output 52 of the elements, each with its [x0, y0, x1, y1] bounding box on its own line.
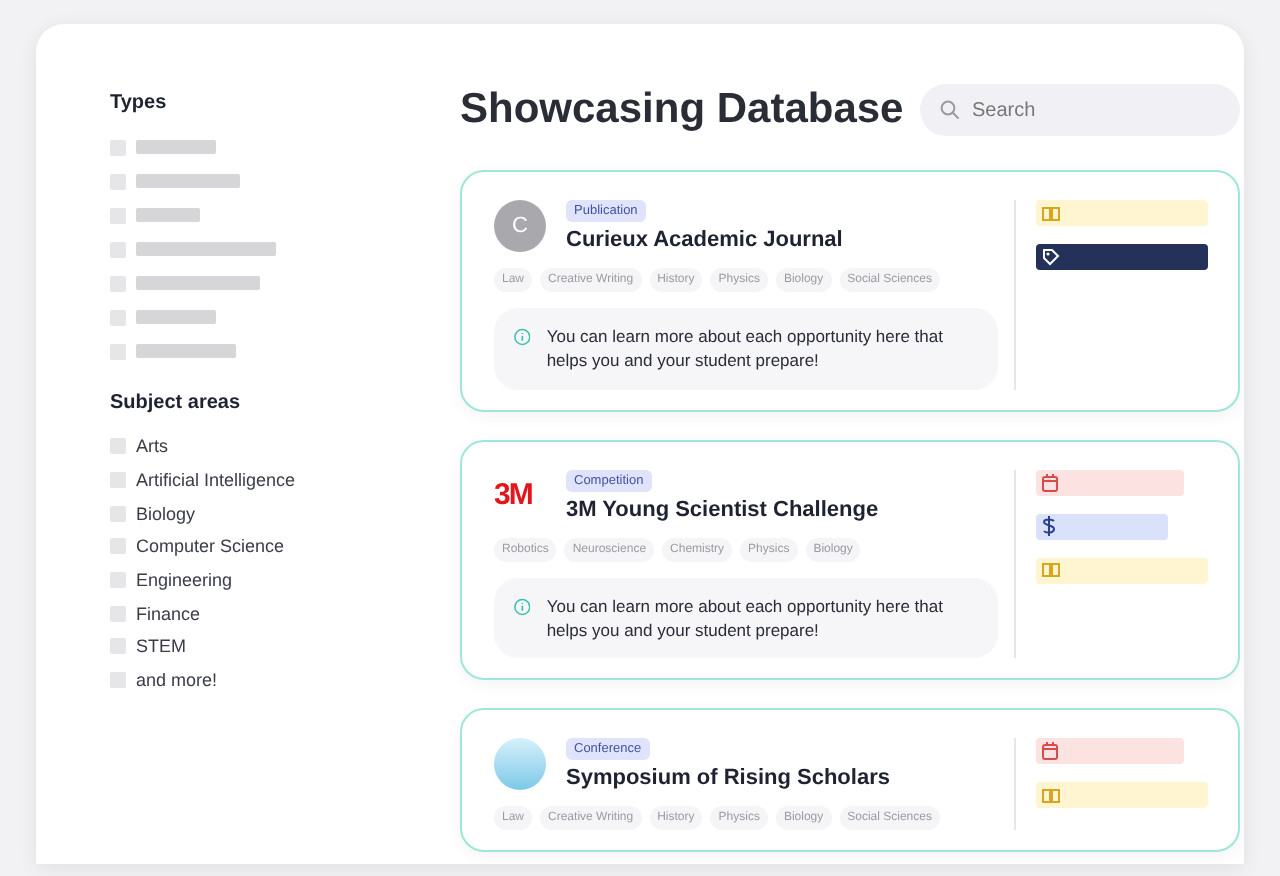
calendar-icon	[1042, 473, 1058, 492]
info-text: You can learn more about each opportunity here that helps you and your student prepare!	[546, 324, 945, 374]
text-placeholder	[136, 276, 260, 290]
text-placeholder	[136, 242, 276, 256]
card-title: 3M Young Scientist Challenge	[566, 497, 879, 522]
search-field[interactable]: Search	[920, 84, 1240, 136]
checkbox-label: Arts	[136, 436, 169, 457]
search-icon	[940, 100, 960, 120]
info-icon	[514, 593, 531, 620]
checkbox[interactable]	[110, 505, 126, 522]
info-text: You can learn more about each opportunity here that helps you and your student prepare!	[546, 593, 945, 643]
checkbox[interactable]	[110, 538, 126, 555]
checkbox[interactable]	[110, 572, 126, 589]
text-placeholder	[136, 208, 200, 222]
checkbox-label: Computer Science	[136, 536, 285, 557]
text-placeholder	[136, 310, 216, 324]
info-icon	[514, 324, 531, 350]
section-heading: Subject areas	[110, 392, 243, 414]
book-icon	[1042, 787, 1060, 804]
checkbox[interactable]	[110, 173, 126, 189]
calendar-icon	[1042, 742, 1058, 761]
checkbox[interactable]	[110, 672, 126, 689]
checkbox[interactable]	[110, 605, 126, 622]
section-heading: Types	[110, 92, 169, 114]
text-placeholder	[136, 140, 216, 154]
checkbox-label: Biology	[136, 503, 196, 524]
logo-image-placeholder	[494, 738, 546, 791]
checkbox-label: Engineering	[136, 570, 233, 591]
dollar-icon	[1042, 516, 1056, 537]
book-icon	[1042, 562, 1060, 579]
checkbox-label: Finance	[136, 603, 201, 624]
checkbox[interactable]	[110, 207, 126, 223]
checkbox[interactable]	[110, 275, 126, 291]
checkbox[interactable]	[110, 139, 126, 155]
checkbox[interactable]	[110, 638, 126, 655]
text-placeholder	[136, 174, 240, 188]
logo-text: 3M	[494, 478, 534, 513]
avatar-circle: C	[494, 200, 546, 252]
card-title: Curieux Academic Journal	[566, 228, 843, 252]
card-title: Symposium of Rising Scholars	[566, 766, 890, 791]
checkbox-label: STEM	[136, 636, 187, 657]
checkbox[interactable]	[110, 241, 126, 257]
checkbox[interactable]	[110, 472, 126, 489]
book-icon	[1042, 205, 1060, 221]
checkbox[interactable]	[110, 343, 126, 359]
checkbox[interactable]	[110, 438, 126, 455]
page-title: Showcasing Database	[460, 86, 904, 134]
checkbox[interactable]	[110, 309, 126, 325]
checkbox-label: Artificial Intelligence	[136, 470, 296, 491]
tag-icon	[1042, 248, 1060, 266]
checkbox-label: and more!	[136, 670, 218, 691]
text-placeholder	[136, 344, 236, 358]
